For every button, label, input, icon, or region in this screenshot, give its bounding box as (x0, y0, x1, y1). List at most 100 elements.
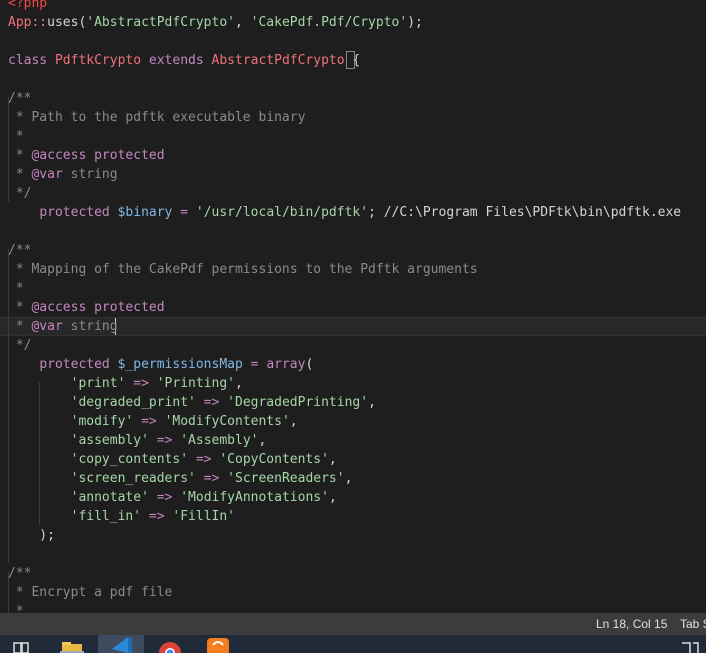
chrome-icon[interactable] (158, 635, 182, 653)
code-token: App (8, 15, 32, 30)
code-line: * (8, 279, 24, 298)
code-token: uses (47, 15, 79, 30)
code-token: ( (305, 357, 314, 372)
code-token: 'annotate' (70, 490, 149, 505)
cursor-position[interactable]: Ln 18, Col 15 (596, 617, 667, 631)
taskbar (0, 635, 706, 653)
code-token: => (188, 452, 220, 467)
code-token: , (344, 471, 353, 486)
code-token: * (8, 300, 32, 315)
code-token: extends (141, 53, 212, 68)
code-token: '/usr/local/bin/pdftk' (195, 205, 369, 220)
code-line: ); (8, 526, 55, 545)
code-line: 'degraded_print' => 'DegradedPrinting', (8, 393, 376, 412)
code-line: */ (8, 336, 32, 355)
code-line: protected $_permissionsMap = array( (8, 355, 313, 374)
code-token: = (242, 357, 267, 372)
code-token: * (8, 148, 32, 163)
code-token: <?php (8, 0, 48, 11)
code-line: /** (8, 564, 31, 583)
code-token: $binary (117, 205, 173, 220)
code-token: 'ModifyAnnotations' (180, 490, 329, 505)
task-view-icon[interactable] (12, 635, 30, 653)
code-line: /** (8, 89, 31, 108)
code-token: ); (8, 528, 55, 543)
code-token: AbstractPdfCrypto (211, 53, 345, 68)
code-token: 'DegradedPrinting' (227, 395, 369, 410)
code-token: 'CakePdf.Pdf/Crypto' (250, 15, 408, 30)
code-line: * Path to the pdftk executable binary (8, 108, 306, 127)
code-token: * (8, 319, 32, 334)
notification-icon[interactable] (678, 635, 702, 653)
tab-size-indicator[interactable]: Tab S (680, 617, 706, 631)
code-token: * (8, 281, 24, 296)
code-token: 'degraded_print' (70, 395, 196, 410)
code-token: */ (8, 186, 32, 201)
code-line: * @access protected (8, 298, 165, 317)
code-line: 'modify' => 'ModifyContents', (8, 412, 298, 431)
vscode-icon[interactable] (108, 635, 134, 653)
code-token: 'print' (70, 376, 126, 391)
code-token: 'FillIn' (172, 509, 236, 524)
code-token: => (148, 433, 181, 448)
code-token: 'CopyContents' (219, 452, 329, 467)
code-editor[interactable]: <?phpApp::uses('AbstractPdfCrypto', 'Cak… (0, 0, 706, 613)
code-token: 'ModifyContents' (164, 414, 290, 429)
code-token: protected (94, 300, 165, 315)
code-token: , (235, 15, 251, 30)
code-line: 'screen_readers' => 'ScreenReaders', (8, 469, 353, 488)
code-token: * Mapping of the CakePdf permissions to … (8, 262, 478, 277)
code-token: 'fill_in' (70, 509, 142, 524)
code-token: protected (39, 205, 110, 220)
code-token: string (62, 319, 118, 334)
xampp-icon[interactable] (206, 635, 230, 653)
code-token: 'assembly' (70, 433, 149, 448)
code-line: class PdftkCrypto extends AbstractPdfCry… (8, 51, 360, 70)
code-line: * Encrypt a pdf file (8, 583, 173, 602)
code-line: * @access protected (8, 146, 165, 165)
code-token: ; (368, 205, 384, 220)
code-token: string (62, 167, 118, 182)
code-token: PdftkCrypto (54, 53, 142, 68)
code-token: = (172, 205, 196, 220)
file-explorer-icon[interactable] (60, 635, 84, 653)
code-token: 'ScreenReaders' (227, 471, 345, 486)
code-token: , (235, 376, 243, 391)
code-line: * (8, 127, 24, 146)
code-token: protected (39, 357, 110, 372)
code-token: 'screen_readers' (70, 471, 196, 486)
code-token: { (352, 53, 361, 68)
code-token: 'AbstractPdfCrypto' (86, 15, 235, 30)
code-line: 'print' => 'Printing', (8, 374, 243, 393)
code-token: , (328, 490, 337, 505)
code-line: * (8, 602, 24, 613)
code-token: /** (8, 566, 32, 581)
code-token: */ (8, 338, 32, 353)
code-token: * (8, 604, 24, 613)
code-line: protected $binary = '/usr/local/bin/pdft… (8, 203, 681, 222)
code-token: $_permissionsMap (117, 357, 243, 372)
code-token: 'copy_contents' (70, 452, 189, 467)
code-token: * Encrypt a pdf file (8, 585, 173, 600)
code-token: ); (407, 15, 423, 30)
code-token: class (8, 53, 55, 68)
code-line: <?php (8, 0, 47, 13)
code-token: /** (8, 243, 32, 258)
code-line: * @var string (8, 317, 118, 336)
code-token: @access (31, 148, 87, 163)
code-token: @access (31, 300, 87, 315)
code-line: App::uses('AbstractPdfCrypto', 'CakePdf.… (8, 13, 423, 32)
code-line: 'annotate' => 'ModifyAnnotations', (8, 488, 337, 507)
code-line: 'assembly' => 'Assembly', (8, 431, 267, 450)
code-line: 'fill_in' => 'FillIn' (8, 507, 235, 526)
code-token: , (289, 414, 298, 429)
